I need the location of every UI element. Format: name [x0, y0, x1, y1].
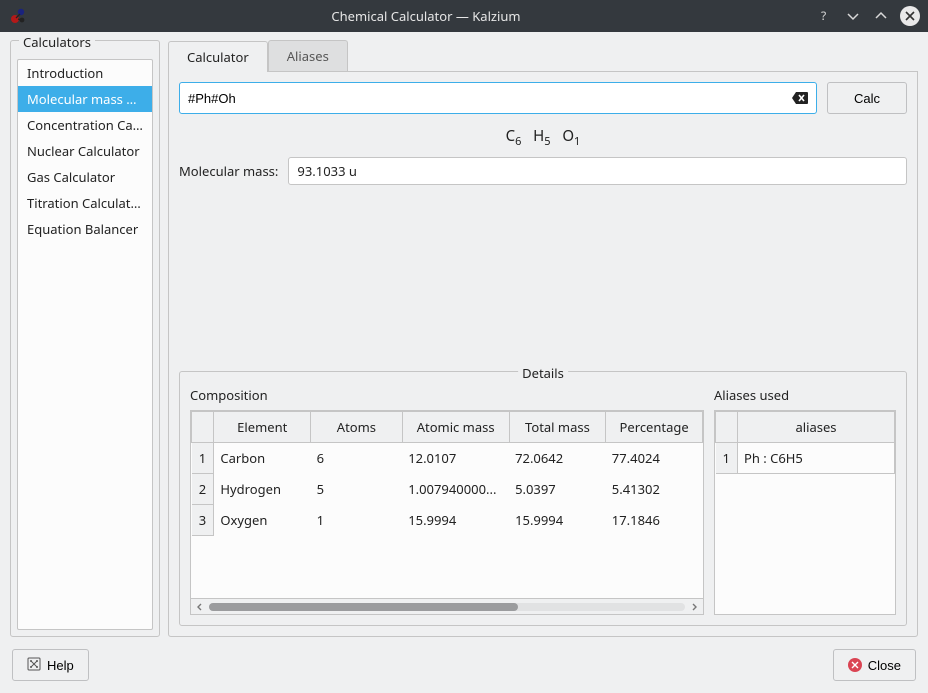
calculators-group-label: Calculators — [19, 33, 95, 51]
details-group-label: Details — [518, 364, 568, 382]
help-icon[interactable]: ? — [816, 7, 834, 25]
scroll-right-icon[interactable] — [687, 601, 701, 613]
close-button-label: Close — [868, 658, 901, 673]
composition-label: Composition — [190, 386, 704, 404]
help-icon — [27, 657, 41, 674]
col-atoms[interactable]: Atoms — [311, 412, 403, 443]
minimize-icon[interactable] — [844, 7, 862, 25]
close-button[interactable]: Close — [833, 649, 916, 681]
tabbar: Calculator Aliases — [168, 40, 918, 72]
dialog-footer: Help Close — [0, 641, 928, 693]
maximize-icon[interactable] — [872, 7, 890, 25]
sidebar-item-equation-balancer[interactable]: Equation Balancer — [18, 216, 152, 242]
sidebar-item-introduction[interactable]: Introduction — [18, 60, 152, 86]
table-row[interactable]: 1 Carbon 6 12.0107 72.0642 77.4024 — [192, 443, 703, 474]
help-button-label: Help — [47, 658, 74, 673]
composition-table[interactable]: Element Atoms Atomic mass Total mass Per… — [190, 410, 704, 615]
table-row[interactable]: 3 Oxygen 1 15.9994 15.9994 17.1846 — [192, 505, 703, 536]
tab-content-calculator: Calc C6 H5 O1 Molecular mass: 93.1033 u … — [168, 72, 918, 637]
sidebar-item-titration[interactable]: Titration Calculator — [18, 190, 152, 216]
aliases-table[interactable]: aliases 1 Ph : C6H5 — [714, 410, 896, 615]
titlebar: Chemical Calculator — Kalzium ? — [0, 0, 928, 32]
sidebar-item-molecular-mass[interactable]: Molecular mass Calc... — [18, 86, 152, 112]
formula-input[interactable] — [188, 91, 792, 106]
col-element[interactable]: Element — [214, 412, 311, 443]
calc-button[interactable]: Calc — [827, 82, 907, 114]
table-row[interactable]: 1 Ph : C6H5 — [716, 443, 895, 474]
tab-aliases[interactable]: Aliases — [268, 40, 348, 71]
sidebar-item-nuclear[interactable]: Nuclear Calculator — [18, 138, 152, 164]
calculators-list[interactable]: Introduction Molecular mass Calc... Conc… — [17, 59, 153, 630]
svg-text:?: ? — [821, 9, 826, 23]
tab-calculator[interactable]: Calculator — [168, 41, 268, 72]
close-icon[interactable] — [900, 6, 920, 26]
molecular-mass-label: Molecular mass: — [179, 162, 278, 180]
app-icon — [8, 6, 28, 26]
parsed-formula: C6 H5 O1 — [179, 124, 907, 157]
scroll-left-icon[interactable] — [193, 601, 207, 613]
close-red-icon — [848, 658, 862, 672]
col-percentage[interactable]: Percentage — [606, 412, 703, 443]
sidebar-item-concentration[interactable]: Concentration Calcul... — [18, 112, 152, 138]
col-aliases[interactable]: aliases — [738, 412, 895, 443]
clear-input-icon[interactable] — [792, 90, 808, 106]
molecular-mass-value: 93.1033 u — [288, 157, 907, 185]
col-atomic-mass[interactable]: Atomic mass — [402, 412, 509, 443]
calculators-group: Calculators Introduction Molecular mass … — [10, 40, 160, 637]
table-row[interactable]: 2 Hydrogen 5 1.007940000... 5.0397 5.413… — [192, 474, 703, 505]
help-button[interactable]: Help — [12, 649, 89, 681]
aliases-used-label: Aliases used — [714, 386, 896, 404]
sidebar-item-gas[interactable]: Gas Calculator — [18, 164, 152, 190]
composition-hscrollbar[interactable] — [191, 598, 703, 614]
col-total-mass[interactable]: Total mass — [509, 412, 606, 443]
window-controls: ? — [816, 6, 920, 26]
window-title: Chemical Calculator — Kalzium — [36, 7, 816, 25]
details-group: Details Composition — [179, 371, 907, 626]
formula-input-wrap — [179, 82, 817, 114]
